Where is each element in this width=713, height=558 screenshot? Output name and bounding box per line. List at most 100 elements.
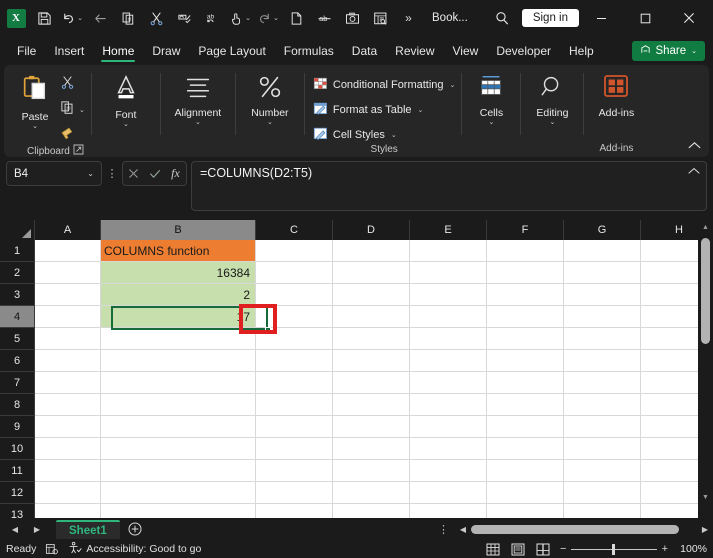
cell-c12[interactable] bbox=[256, 482, 333, 504]
addins-button[interactable]: Add-ins bbox=[590, 71, 642, 119]
cell-b4[interactable]: 17 bbox=[101, 306, 256, 328]
cell-f7[interactable] bbox=[487, 372, 564, 394]
row-header-7[interactable]: 7 bbox=[0, 372, 35, 394]
cell-c3[interactable] bbox=[256, 284, 333, 306]
zoom-in-button[interactable]: + bbox=[662, 543, 668, 555]
tab-file[interactable]: File bbox=[8, 41, 45, 63]
cell-b7[interactable] bbox=[101, 372, 256, 394]
normal-view-button[interactable] bbox=[485, 542, 501, 556]
spelling-icon[interactable]: ab bbox=[198, 4, 226, 32]
column-header-e[interactable]: E bbox=[410, 220, 487, 240]
row-header-4[interactable]: 4 bbox=[0, 306, 35, 328]
column-header-f[interactable]: F bbox=[487, 220, 564, 240]
cell-d6[interactable] bbox=[333, 350, 410, 372]
cell-a12[interactable] bbox=[35, 482, 101, 504]
cell-d8[interactable] bbox=[333, 394, 410, 416]
cell-g11[interactable] bbox=[564, 460, 641, 482]
page-break-preview-button[interactable] bbox=[535, 542, 551, 556]
enter-icon[interactable] bbox=[144, 162, 165, 185]
horizontal-scroll-thumb[interactable] bbox=[471, 524, 679, 534]
cell-d2[interactable] bbox=[333, 262, 410, 284]
row-header-3[interactable]: 3 bbox=[0, 284, 35, 306]
cell-c8[interactable] bbox=[256, 394, 333, 416]
strikethrough-icon[interactable]: ab bbox=[310, 4, 338, 32]
formula-bar-options-icon[interactable]: ⋮ bbox=[106, 161, 118, 186]
tab-page-layout[interactable]: Page Layout bbox=[189, 41, 274, 63]
row-header-6[interactable]: 6 bbox=[0, 350, 35, 372]
cell-d3[interactable] bbox=[333, 284, 410, 306]
cell-a2[interactable] bbox=[35, 262, 101, 284]
cell-e7[interactable] bbox=[410, 372, 487, 394]
new-file-icon[interactable] bbox=[282, 4, 310, 32]
scroll-right-icon[interactable]: ▶ bbox=[697, 525, 713, 534]
sheet-options-icon[interactable]: ⋮ bbox=[438, 523, 455, 536]
cell-d10[interactable] bbox=[333, 438, 410, 460]
conditional-formatting-button[interactable]: Conditional Formatting ⌄ bbox=[313, 76, 455, 94]
row-header-2[interactable]: 2 bbox=[0, 262, 35, 284]
vertical-scroll-thumb[interactable] bbox=[701, 238, 710, 344]
column-header-g[interactable]: G bbox=[564, 220, 641, 240]
cell-b3[interactable]: 2 bbox=[101, 284, 256, 306]
cell-d9[interactable] bbox=[333, 416, 410, 438]
cell-b1[interactable]: COLUMNS function bbox=[101, 240, 256, 262]
sign-in-button[interactable]: Sign in bbox=[521, 9, 579, 27]
cut-button[interactable] bbox=[60, 75, 85, 95]
cell-c6[interactable] bbox=[256, 350, 333, 372]
record-macro-icon[interactable] bbox=[45, 542, 59, 556]
cell-d1[interactable] bbox=[333, 240, 410, 262]
horizontal-scroll-track[interactable] bbox=[471, 524, 697, 534]
camera-icon[interactable] bbox=[338, 4, 366, 32]
cell-e11[interactable] bbox=[410, 460, 487, 482]
formula-input[interactable]: =COLUMNS(D2:T5) bbox=[191, 161, 707, 211]
cell-b2[interactable]: 16384 bbox=[101, 262, 256, 284]
qat-overflow-button[interactable]: » bbox=[394, 4, 422, 32]
cell-a8[interactable] bbox=[35, 394, 101, 416]
cell-f11[interactable] bbox=[487, 460, 564, 482]
cell-e5[interactable] bbox=[410, 328, 487, 350]
fill-handle[interactable] bbox=[265, 327, 271, 333]
maximize-button[interactable] bbox=[623, 0, 667, 36]
cell-b8[interactable] bbox=[101, 394, 256, 416]
cell-styles-button[interactable]: Cell Styles ⌄ bbox=[313, 126, 456, 144]
name-box-chevron-down-icon[interactable]: ⌄ bbox=[87, 169, 94, 178]
cell-f9[interactable] bbox=[487, 416, 564, 438]
format-painter-icon[interactable] bbox=[170, 4, 198, 32]
zoom-level[interactable]: 100% bbox=[677, 543, 707, 555]
cell-b10[interactable] bbox=[101, 438, 256, 460]
zoom-slider[interactable]: − + bbox=[560, 543, 668, 555]
cell-c11[interactable] bbox=[256, 460, 333, 482]
page-layout-view-button[interactable] bbox=[510, 542, 526, 556]
number-button[interactable]: Number ⌄ bbox=[242, 71, 298, 127]
format-as-table-button[interactable]: Format as Table ⌄ bbox=[313, 101, 456, 119]
cell-c2[interactable] bbox=[256, 262, 333, 284]
form-icon[interactable] bbox=[366, 4, 394, 32]
expand-formula-bar-icon[interactable] bbox=[688, 167, 700, 177]
accessibility-status[interactable]: Accessibility: Good to go bbox=[68, 541, 201, 558]
tab-home[interactable]: Home bbox=[93, 41, 143, 63]
cell-g5[interactable] bbox=[564, 328, 641, 350]
paste-button[interactable]: Paste ⌄ bbox=[12, 71, 58, 131]
row-header-12[interactable]: 12 bbox=[0, 482, 35, 504]
save-icon[interactable] bbox=[30, 4, 58, 32]
cell-e10[interactable] bbox=[410, 438, 487, 460]
share-button[interactable]: Share ⌄ bbox=[632, 41, 705, 61]
cell-a1[interactable] bbox=[35, 240, 101, 262]
copy-icon[interactable] bbox=[114, 4, 142, 32]
redo-icon[interactable]: ⌄ bbox=[254, 4, 282, 32]
ribbon-collapse-icon[interactable] bbox=[688, 141, 701, 153]
cell-a9[interactable] bbox=[35, 416, 101, 438]
cell-f12[interactable] bbox=[487, 482, 564, 504]
column-header-c[interactable]: C bbox=[256, 220, 333, 240]
search-icon[interactable] bbox=[488, 4, 516, 32]
row-header-8[interactable]: 8 bbox=[0, 394, 35, 416]
touch-mode-icon[interactable]: ⌄ bbox=[226, 4, 254, 32]
column-header-d[interactable]: D bbox=[333, 220, 410, 240]
next-sheet-button[interactable]: ▶ bbox=[26, 518, 48, 540]
cells-button[interactable]: Cells ⌄ bbox=[468, 71, 514, 127]
cell-f2[interactable] bbox=[487, 262, 564, 284]
cell-d7[interactable] bbox=[333, 372, 410, 394]
cut-icon[interactable] bbox=[142, 4, 170, 32]
previous-sheet-button[interactable]: ◀ bbox=[4, 518, 26, 540]
zoom-thumb[interactable] bbox=[612, 543, 616, 555]
zoom-track[interactable] bbox=[571, 543, 657, 555]
